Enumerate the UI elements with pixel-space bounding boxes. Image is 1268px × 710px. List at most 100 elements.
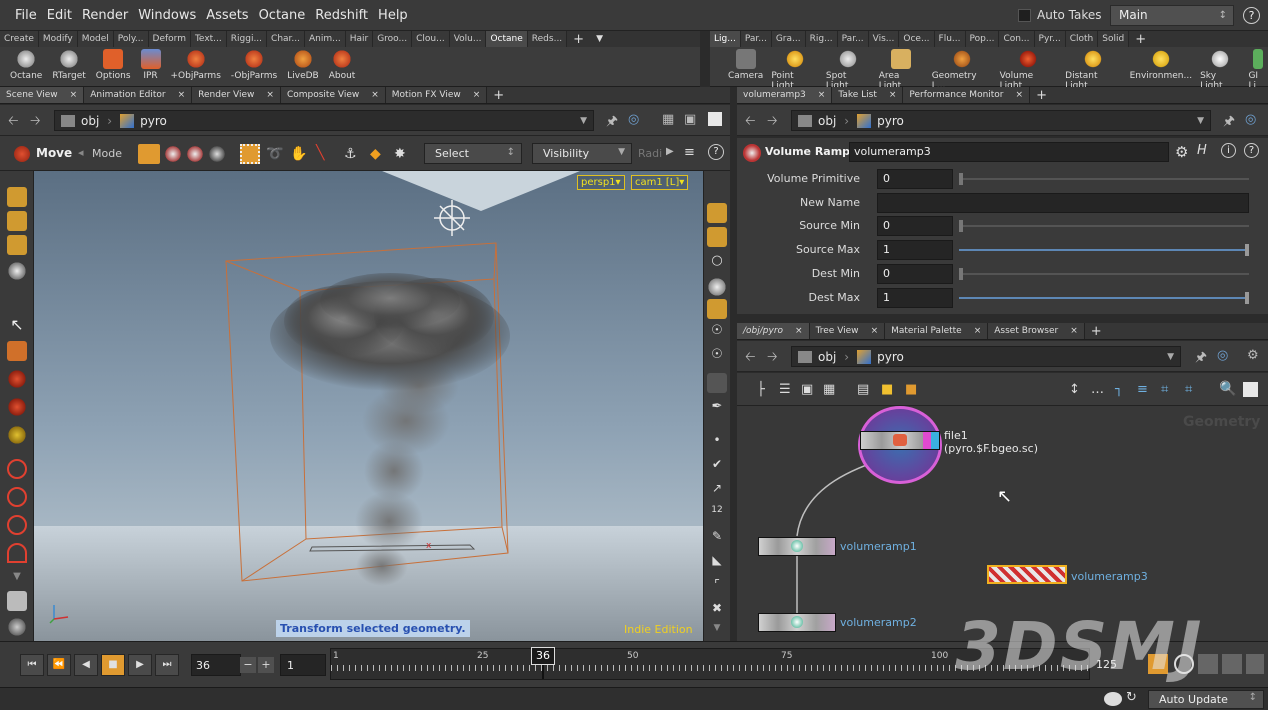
tool-geometry-light[interactable]: Geometry L...: [932, 49, 992, 91]
shelf-tab-viscous[interactable]: Vis...: [868, 31, 900, 47]
auto-takes-checkbox[interactable]: [1018, 8, 1031, 22]
forward-arrow-icon[interactable]: 🡢: [767, 112, 778, 134]
start-frame-field[interactable]: 1: [280, 654, 326, 676]
shelf-tab-grains[interactable]: Gra...: [771, 31, 806, 47]
shelf-tab-fluid[interactable]: Flu...: [934, 31, 966, 47]
tool-add-objparms[interactable]: +ObjParms: [171, 49, 221, 81]
laser-select-icon[interactable]: ╲: [316, 145, 324, 161]
chat-icon[interactable]: [1104, 692, 1122, 706]
menu-redshift[interactable]: Redshift: [310, 0, 373, 31]
ghost-icon[interactable]: [707, 373, 727, 393]
thumbnail-icon[interactable]: ▣: [801, 382, 813, 397]
menu-render[interactable]: Render: [77, 0, 133, 31]
shelf-tab-particles[interactable]: Par...: [740, 31, 772, 47]
tool-gi-light[interactable]: GI Li: [1248, 49, 1268, 91]
network-editor[interactable]: Geometry file1 (pyro.$F.bgeo.sc) ↖ volum…: [737, 406, 1268, 641]
wire-style-icon[interactable]: ┐: [1115, 382, 1123, 397]
prev-key-icon[interactable]: ⏪: [47, 654, 71, 676]
tool-sky-light[interactable]: Sky Light: [1200, 49, 1240, 91]
desktop-select[interactable]: Main ↕: [1110, 5, 1234, 26]
magnet-icon[interactable]: [7, 543, 27, 563]
shelf-tab-rigging[interactable]: Riggi...: [226, 31, 268, 47]
param-dest-max-slider[interactable]: [959, 292, 1249, 304]
shelf-tab-populate[interactable]: Pop...: [965, 31, 1000, 47]
gear-icon[interactable]: ⚙: [1247, 348, 1259, 363]
tab-take-list[interactable]: Take List ×: [832, 87, 904, 103]
network-box-icon[interactable]: ■: [905, 382, 917, 397]
shelf-tab-poly[interactable]: Poly...: [113, 31, 149, 47]
shelf-tab-octane[interactable]: Octane: [486, 31, 528, 47]
param-dest-max-field[interactable]: 1: [877, 288, 953, 308]
help-icon[interactable]: ?: [708, 144, 724, 160]
pose-tool-icon[interactable]: [7, 341, 27, 361]
list-mode-icon[interactable]: ☰: [779, 382, 791, 397]
slider-handle[interactable]: [959, 173, 963, 185]
vertex-select-icon[interactable]: [208, 145, 226, 163]
tab-volumeramp3[interactable]: volumeramp3 ×: [737, 87, 833, 103]
shelf-tab-clouds[interactable]: Clou...: [412, 31, 450, 47]
tool-octane[interactable]: Octane: [10, 49, 42, 81]
tree-layout-icon[interactable]: ├: [757, 382, 765, 397]
headlight-icon[interactable]: ☉: [707, 347, 727, 367]
stop-icon[interactable]: ■: [101, 654, 125, 676]
sticky-note-icon[interactable]: ■: [881, 382, 893, 397]
forward-arrow-icon[interactable]: 🡢: [767, 348, 778, 370]
param-source-min-field[interactable]: 0: [877, 216, 953, 236]
mode-label[interactable]: Mode: [92, 147, 122, 160]
brush-display-icon[interactable]: ✎: [707, 529, 727, 549]
link-icon[interactable]: ◎: [628, 112, 639, 127]
display-flag-icon[interactable]: [923, 432, 931, 449]
prim-display-icon[interactable]: ◣: [707, 553, 727, 573]
display-options-icon[interactable]: ▣: [684, 112, 696, 127]
path-pyro[interactable]: pyro: [877, 114, 904, 128]
param-volume-primitive-field[interactable]: 0: [877, 169, 953, 189]
close-icon[interactable]: ×: [1016, 87, 1024, 103]
object-select-icon[interactable]: [7, 211, 27, 231]
link-icon[interactable]: ◎: [1217, 348, 1228, 363]
edge-display-icon[interactable]: ⌜: [707, 577, 727, 597]
scene-viewport[interactable]: x persp1▾ cam1 [L]▾ Transform selected g…: [34, 171, 703, 641]
close-icon[interactable]: ×: [889, 87, 897, 103]
tool-camera[interactable]: Camera: [728, 49, 763, 91]
add-tab-icon[interactable]: +: [1085, 323, 1108, 339]
menu-octane[interactable]: Octane: [254, 0, 311, 31]
shelf-tab-hair[interactable]: Hair: [345, 31, 374, 47]
normal-display-icon[interactable]: ✔: [707, 457, 727, 477]
tab-obj-pyro[interactable]: /obj/pyro ×: [737, 323, 810, 339]
play-icon[interactable]: ▶: [128, 654, 152, 676]
vector-display-icon[interactable]: ↗: [707, 481, 727, 501]
path-pyro[interactable]: pyro: [877, 350, 904, 364]
jump-start-icon[interactable]: ⏮: [20, 654, 44, 676]
view-handle-icon[interactable]: [7, 261, 27, 281]
shelf-tab-pyro[interactable]: Pyr...: [1034, 31, 1066, 47]
rotate-tool-icon[interactable]: [7, 397, 27, 417]
template-flag-icon[interactable]: [931, 432, 939, 449]
shelf-tab-solid[interactable]: Solid: [1098, 31, 1130, 47]
close-icon[interactable]: ×: [473, 87, 481, 103]
shelf-tab-container[interactable]: Con...: [999, 31, 1035, 47]
param-source-min-slider[interactable]: [959, 220, 1249, 232]
tab-tree-view[interactable]: Tree View ×: [809, 323, 886, 339]
tool-remove-objparms[interactable]: -ObjParms: [231, 49, 277, 81]
path-field[interactable]: obj › pyro ▼: [791, 110, 1211, 131]
edge-select-icon[interactable]: [186, 145, 204, 163]
param-volume-primitive-slider[interactable]: [959, 173, 1249, 185]
layout-icon[interactable]: ↕: [1069, 382, 1080, 397]
node-name-field[interactable]: volumeramp3: [849, 142, 1169, 162]
uv-display-icon[interactable]: ✖: [707, 601, 727, 621]
wireframe-icon[interactable]: ✒: [707, 399, 727, 419]
param-dest-min-field[interactable]: 0: [877, 264, 953, 284]
path-obj[interactable]: obj: [818, 350, 836, 364]
back-arrow-icon[interactable]: 🡠: [745, 112, 756, 134]
shelf-tab-volume[interactable]: Volu...: [449, 31, 487, 47]
select-component-icon[interactable]: [138, 144, 160, 164]
bulb-icon[interactable]: ☉: [707, 323, 727, 343]
tab-asset-browser[interactable]: Asset Browser ×: [988, 323, 1085, 339]
shelf-tab-groom[interactable]: Groo...: [373, 31, 413, 47]
auto-update-dropdown[interactable]: Auto Update ↕: [1148, 690, 1264, 709]
add-shelf-icon[interactable]: +: [567, 31, 590, 47]
path-obj[interactable]: obj: [81, 114, 99, 128]
play-reverse-icon[interactable]: ◀: [74, 654, 98, 676]
close-icon[interactable]: ×: [974, 323, 982, 339]
visibility-dropdown[interactable]: Visibility ▼: [532, 143, 632, 164]
